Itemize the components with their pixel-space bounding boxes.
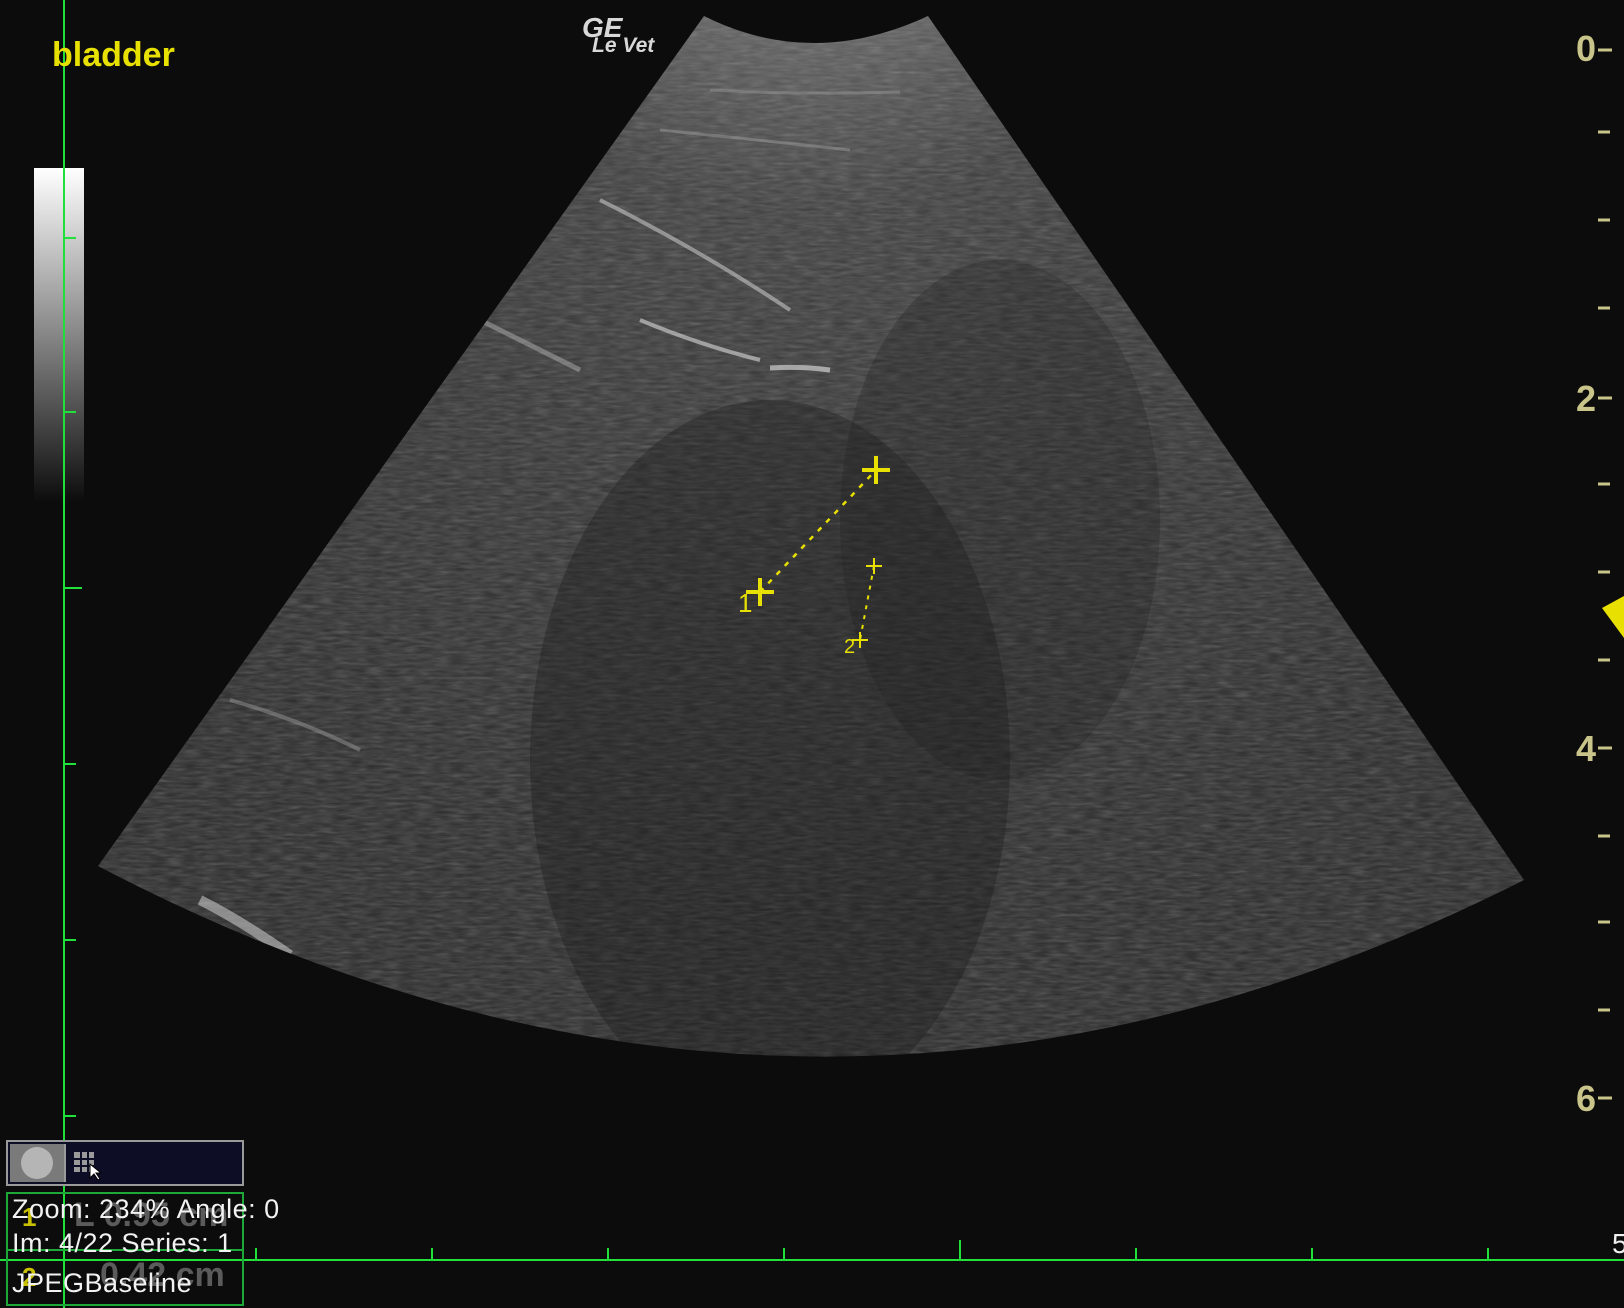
circle-icon <box>21 1147 53 1179</box>
lateral-axis-ticks <box>255 1240 1489 1260</box>
layout-tool-button[interactable] <box>70 1146 110 1181</box>
brand-logo-line2: Le Vet <box>592 34 655 57</box>
depth-label-2: 2 <box>1575 378 1596 419</box>
depth-label-6: 6 <box>1575 1078 1596 1119</box>
depth-scale-ticks <box>1598 48 1612 1100</box>
lateral-scale-label: 5 <box>1612 1228 1624 1259</box>
ultrasound-image <box>0 0 1624 1308</box>
zoom-angle-info: Zoom: 234% Angle: 0 <box>12 1194 280 1224</box>
grayscale-bar <box>34 168 84 502</box>
focus-marker-icon <box>1602 596 1624 638</box>
depth-label-4: 4 <box>1575 728 1596 769</box>
grid-cursor-icon <box>74 1152 103 1181</box>
caliper-marker-2: 2 <box>844 636 856 658</box>
image-series-info: Im: 4/22 Series: 1 <box>12 1228 233 1258</box>
image-format-info: JPEGBaseline <box>12 1268 193 1298</box>
speckle-texture <box>98 16 1524 1057</box>
viewer-toolbar <box>6 1140 244 1186</box>
caliper-marker-1: 1 <box>738 588 753 618</box>
record-tool-button[interactable] <box>10 1144 66 1182</box>
depth-label-0: 0 <box>1575 28 1596 69</box>
organ-label: bladder <box>52 36 175 74</box>
